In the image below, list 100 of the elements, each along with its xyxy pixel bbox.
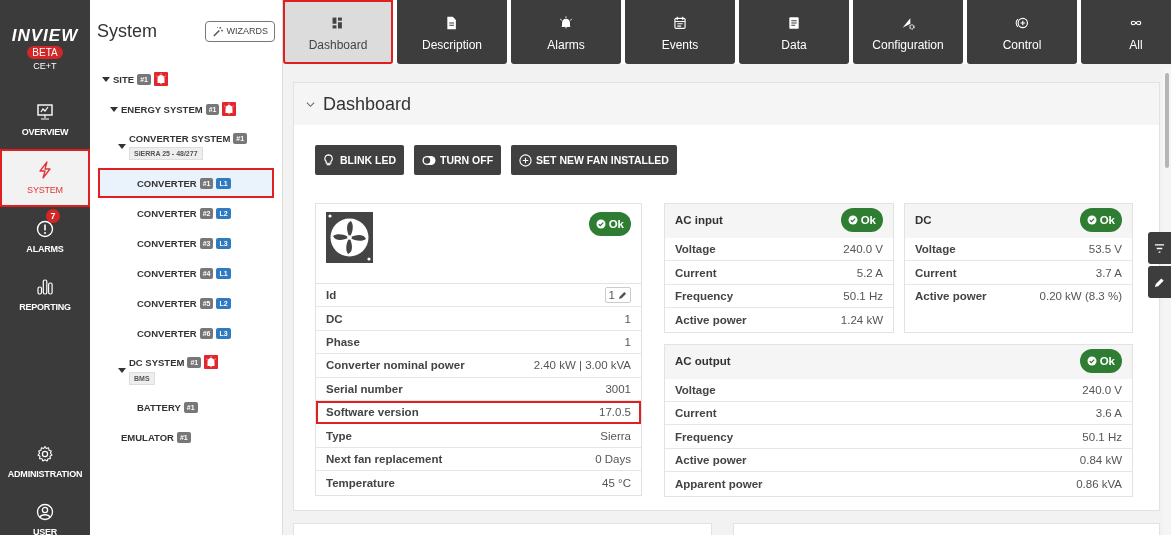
fan-icon — [326, 212, 373, 263]
tab[interactable]: Control — [967, 0, 1077, 64]
action-button[interactable]: BLINK LED — [315, 145, 404, 175]
property-value: 1 — [624, 335, 631, 348]
card-title: AC output — [675, 354, 731, 369]
settings-icon — [36, 445, 54, 463]
bar-chart-icon — [36, 278, 54, 296]
measurement-value: 0.84 kW — [1079, 453, 1122, 466]
filter-button[interactable] — [1148, 232, 1171, 264]
caret-down-icon[interactable] — [109, 105, 118, 113]
property-label: Next fan replacement — [326, 452, 443, 465]
measurement-label: Apparent power — [675, 477, 763, 490]
check-circle-icon — [1086, 355, 1097, 366]
property-value: Sierra — [600, 429, 631, 442]
toggle-icon — [422, 153, 436, 167]
monitor-icon — [36, 103, 54, 121]
property-label: Phase — [326, 335, 360, 348]
measurement-label: Voltage — [675, 243, 716, 256]
tab[interactable]: Configuration — [853, 0, 963, 64]
property-label: Converter nominal power — [326, 359, 465, 372]
nav-item[interactable]: REPORTING — [0, 266, 90, 324]
nav-item[interactable]: ADMINISTRATION — [0, 433, 90, 491]
node-label: CONVERTER — [137, 237, 197, 249]
property-label: DC — [326, 312, 343, 325]
measurement-label: Active power — [915, 290, 987, 303]
count-badge: 7 — [46, 209, 60, 223]
beta-badge: BETA — [27, 46, 63, 59]
measurement-label: Current — [675, 266, 717, 279]
node-label: CONVERTER — [137, 297, 197, 309]
app-logo: INVIEW — [11, 27, 79, 44]
node-label: EMULATOR — [121, 431, 174, 443]
tab[interactable]: Alarms — [511, 0, 621, 64]
caret-down-icon[interactable] — [117, 366, 126, 374]
tab[interactable]: Data — [739, 0, 849, 64]
measurement-label: Active power — [675, 453, 747, 466]
property-label: Id — [326, 289, 337, 302]
dashboard-icon — [331, 16, 345, 30]
measurement-label: Frequency — [675, 430, 734, 443]
measurement-value: 240.0 V — [1082, 383, 1122, 396]
magic-wand-icon — [211, 25, 223, 37]
list-document-icon — [787, 16, 801, 30]
property-label: Type — [326, 429, 352, 442]
measurement-value: 53.5 V — [1088, 243, 1122, 256]
node-label: SITE — [113, 73, 135, 85]
wizards-button[interactable]: WIZARDS — [204, 20, 275, 42]
measurement-value: 0.86 kVA — [1076, 477, 1122, 490]
status-badge: Ok — [1079, 348, 1122, 373]
caret-down-icon[interactable] — [117, 142, 126, 150]
node-label: BATTERY — [137, 401, 181, 413]
panel-title: System — [97, 20, 157, 42]
check-circle-icon — [847, 215, 858, 225]
node-label: CONVERTER — [137, 327, 197, 339]
caret-down-icon[interactable] — [101, 75, 110, 83]
property-value: 3001 — [605, 382, 631, 395]
node-label: CONVERTER — [137, 207, 197, 219]
action-button[interactable]: TURN OFF — [414, 145, 502, 175]
measurement-value: 50.1 Hz — [843, 289, 883, 302]
property-value: 0 Days — [595, 452, 631, 465]
pencil-icon — [618, 290, 627, 300]
tab[interactable]: Dashboard — [283, 0, 393, 64]
node-label: CONVERTER — [137, 267, 197, 279]
nav-item[interactable]: OVERVIEW — [0, 91, 90, 149]
measurement-label: Frequency — [675, 289, 734, 302]
calendar-icon — [673, 16, 687, 30]
filter-icon — [1154, 242, 1165, 254]
measurement-value: 5.2 A — [856, 266, 883, 279]
circle-plus-icon — [1015, 16, 1029, 30]
measurement-label: Voltage — [915, 243, 956, 256]
company-name: CE+T — [33, 61, 57, 71]
measurement-value: 3.6 A — [1095, 407, 1122, 420]
chevron-down-icon[interactable] — [306, 99, 315, 109]
check-circle-icon — [1086, 215, 1097, 225]
property-value: 17.0.5 — [599, 406, 631, 419]
measurement-value: 1.24 kW — [840, 313, 883, 326]
edit-button[interactable] — [1148, 266, 1171, 298]
action-button[interactable]: SET NEW FAN INSTALLED — [511, 145, 677, 175]
tab[interactable]: Events — [625, 0, 735, 64]
tab[interactable]: All — [1081, 0, 1171, 64]
editable-value[interactable]: 1 — [604, 287, 631, 304]
property-label: Software version — [326, 406, 419, 419]
status-badge: Ok — [588, 212, 631, 236]
nav-item[interactable]: ALARMS 7 — [0, 208, 90, 266]
document-icon — [445, 16, 459, 30]
nav-item[interactable]: SYSTEM — [0, 149, 90, 207]
property-value: 45 °C — [602, 476, 631, 489]
check-circle-icon — [595, 219, 606, 229]
status-badge: Ok — [840, 208, 883, 232]
measurement-label: Voltage — [675, 383, 716, 396]
property-label: Temperature — [326, 476, 395, 489]
circle-plus-icon — [519, 153, 533, 167]
measurement-label: Current — [675, 407, 717, 420]
card-title: AC input — [675, 214, 723, 228]
nav-item[interactable]: USER — [0, 491, 90, 535]
section-title: Dashboard — [323, 93, 412, 115]
tab[interactable]: Description — [397, 0, 507, 64]
status-badge: Ok — [1079, 208, 1122, 232]
node-label: DC SYSTEM — [129, 356, 185, 368]
property-value: 2.40 kW | 3.00 kVA — [533, 359, 631, 372]
node-label: CONVERTER — [137, 177, 197, 189]
measurement-value: 50.1 Hz — [1082, 430, 1122, 443]
